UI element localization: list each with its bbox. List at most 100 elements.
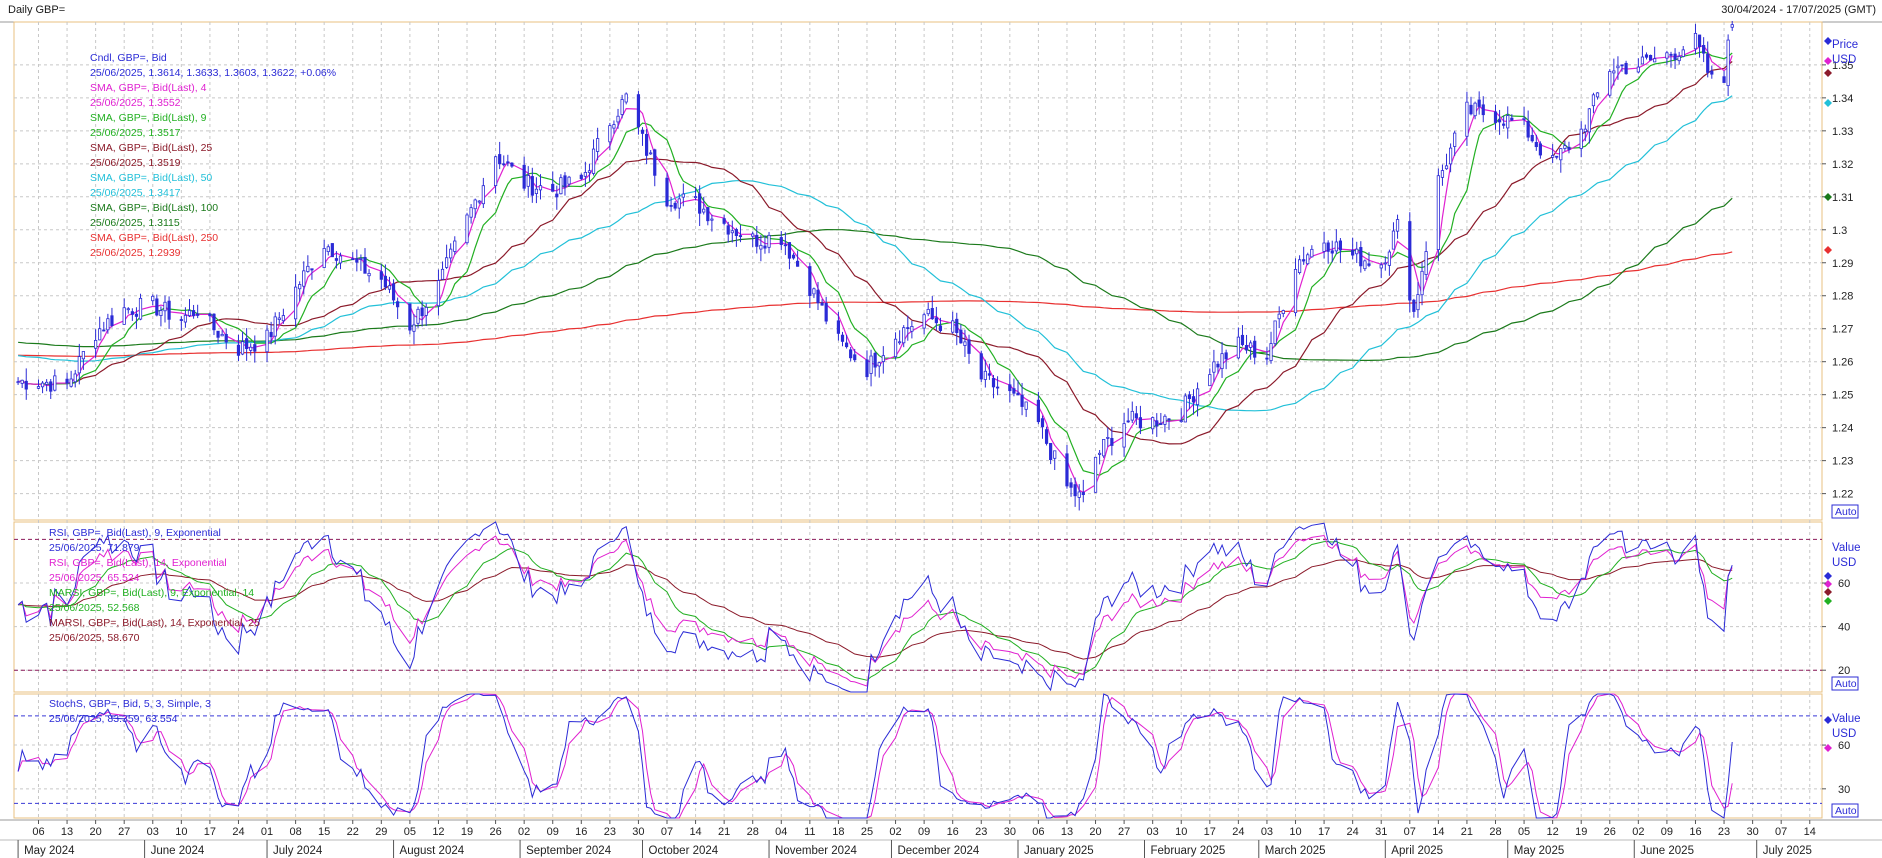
candle (1240, 325, 1245, 347)
candle-body (995, 386, 1000, 389)
stoch-auto-button[interactable]: Auto (1831, 803, 1859, 818)
candle-body (1187, 394, 1192, 400)
candle (249, 343, 253, 356)
candle-body (608, 125, 612, 143)
candle-body (979, 353, 983, 380)
candle (236, 334, 241, 362)
candle (926, 302, 930, 317)
candle-body (130, 311, 134, 315)
candle-body (530, 176, 534, 196)
candle (1155, 413, 1159, 437)
candle-body (1310, 248, 1314, 258)
candle-body (510, 162, 514, 167)
price-pane-frame (13, 21, 1823, 521)
candle-body (179, 319, 183, 321)
candle-body (326, 246, 330, 253)
candle-body (396, 301, 400, 308)
candle-body (938, 325, 943, 331)
candle-body (245, 338, 249, 350)
candle (587, 163, 592, 182)
price-tick-label: 1.22 (1832, 489, 1853, 501)
stoch-axis-title: Value (1832, 713, 1861, 725)
candle (579, 173, 583, 181)
legend-series-name: SMA, GBP=, Bid(Last), 25 (90, 142, 212, 154)
price-auto-button[interactable]: Auto (1831, 504, 1859, 519)
legend-series-value: 25/06/2025, 71.879 (49, 542, 140, 554)
candle-body (1069, 482, 1073, 488)
candle (906, 315, 910, 341)
month-label: December 2024 (897, 845, 979, 857)
rsi-auto-button[interactable]: Auto (1831, 676, 1859, 691)
candle (1093, 456, 1098, 493)
sma4-marker (1824, 57, 1832, 65)
candle-body (755, 234, 759, 247)
candle-body (934, 317, 938, 324)
candle-body (1138, 417, 1143, 429)
price-tick-label: 1.23 (1832, 456, 1853, 468)
candle-body (1730, 24, 1734, 28)
candle (808, 262, 812, 309)
price-axis-title: Price (1832, 39, 1858, 51)
candle-body (1220, 353, 1224, 369)
candle (1130, 401, 1134, 423)
day-tick-label: 21 (1461, 826, 1473, 838)
rsi-legend: RSI, GBP=, Bid(Last), 9, Exponential 25/0… (49, 527, 260, 644)
candle-body (1673, 53, 1677, 60)
candle-body (424, 306, 428, 316)
candle (126, 307, 130, 314)
candle-body (563, 175, 567, 188)
candle-body (612, 124, 616, 129)
candle-body (167, 300, 171, 320)
candle (102, 321, 106, 332)
candle (1379, 262, 1383, 279)
candle-body (269, 331, 273, 338)
candle-body (1253, 340, 1257, 358)
candle (379, 264, 383, 290)
candle-body (1424, 251, 1428, 275)
candle-body (1273, 320, 1277, 345)
candle-body (734, 229, 738, 236)
candle-body (416, 308, 420, 324)
day-tick-label: 07 (661, 826, 673, 838)
chart-canvas[interactable]: Cndl, GBP=, Bid 25/06/2025, 1.3614, 1.363… (0, 0, 1882, 858)
candle-body (208, 313, 212, 317)
candle-body (277, 317, 281, 320)
rsi-axis: 20 40 60 Value USD (1822, 542, 1861, 677)
candle-body (187, 310, 192, 317)
candle-body (436, 280, 441, 307)
candle-body (881, 355, 885, 362)
candle (449, 243, 453, 263)
candle-body (579, 174, 583, 179)
time-axis: 06 13 20 27 03 10 17 24 01 08 15 22 29 05 12 19 26 02 09 16… (0, 819, 1882, 858)
candle-body (445, 257, 449, 268)
candle-body (669, 205, 673, 207)
candle-body (1134, 413, 1138, 419)
day-tick-label: 04 (775, 826, 787, 838)
day-tick-label: 13 (61, 826, 73, 838)
candle (1163, 414, 1167, 433)
candle-body (930, 308, 934, 320)
candle-body (1098, 452, 1102, 455)
month-label: July 2025 (1763, 845, 1812, 857)
candle-body (1665, 52, 1669, 59)
candle (1502, 115, 1506, 129)
candle-body (877, 362, 881, 367)
candle-body (1453, 132, 1457, 147)
day-tick-label: 12 (432, 826, 444, 838)
candle-body (1179, 420, 1183, 423)
candle-body (722, 218, 726, 224)
candle-body (216, 330, 220, 338)
candle-body (1465, 101, 1469, 137)
candle-body (1126, 420, 1130, 423)
candle-body (122, 307, 126, 325)
candle-body (963, 341, 967, 346)
candle-body (738, 235, 743, 238)
candle-body (310, 268, 314, 271)
candle-body (922, 314, 926, 329)
candle-body (1387, 251, 1391, 266)
candle-body (1330, 250, 1334, 254)
candle-body (322, 248, 326, 268)
candle (1416, 281, 1420, 318)
candle (355, 249, 359, 272)
candle (1044, 426, 1049, 446)
